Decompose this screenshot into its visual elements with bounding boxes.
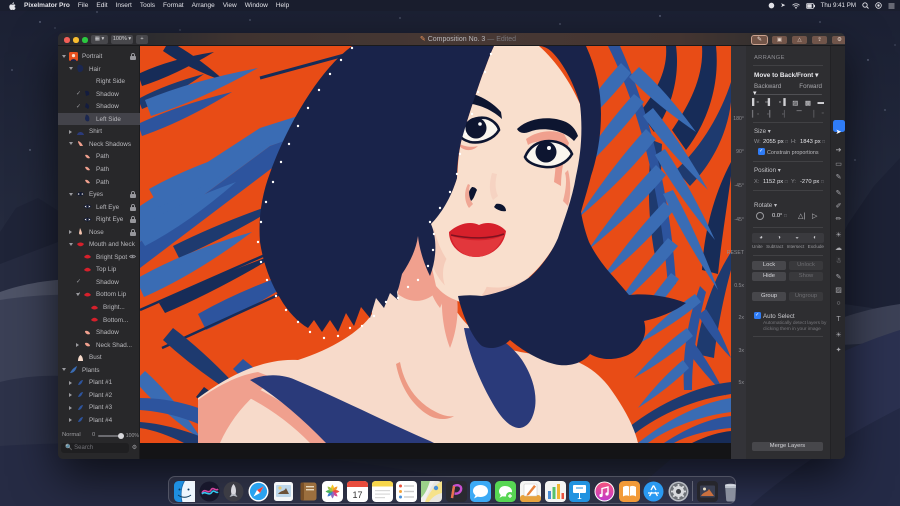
svg-text:17: 17 [352, 490, 362, 500]
